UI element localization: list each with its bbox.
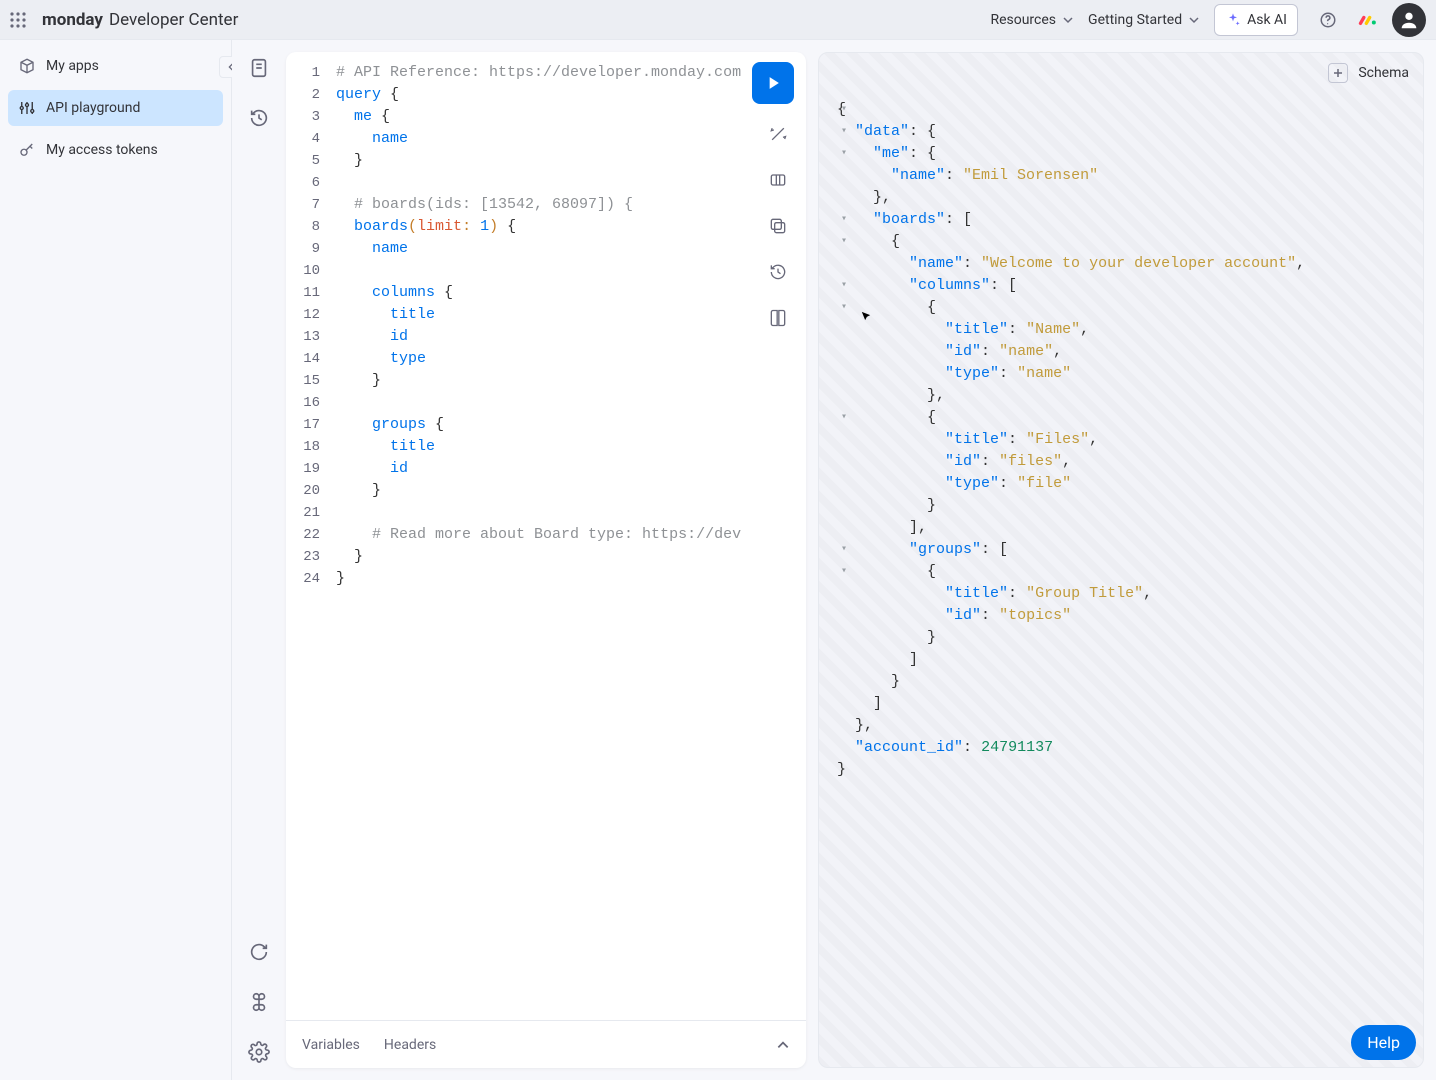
stage: 123456789101112131415161718192021222324 … xyxy=(232,40,1436,1080)
shortcuts-icon-button[interactable] xyxy=(245,988,273,1016)
editor-footer: Variables Headers xyxy=(286,1020,806,1068)
query-editor-block: 123456789101112131415161718192021222324 … xyxy=(286,52,806,1068)
sidebar-item-my-access-tokens[interactable]: My access tokens xyxy=(8,132,223,168)
help-icon-button[interactable] xyxy=(1312,4,1344,36)
sidebar: My apps API playground My access tokens xyxy=(0,40,232,1080)
sidebar-item-label: My access tokens xyxy=(46,142,158,158)
help-pill-label: Help xyxy=(1367,1033,1400,1052)
add-tab-button[interactable] xyxy=(1328,63,1348,83)
nav-resources-label: Resources xyxy=(990,12,1056,28)
key-icon xyxy=(18,141,36,159)
schema-button[interactable]: Schema xyxy=(1358,65,1409,81)
app-switcher-icon[interactable] xyxy=(8,10,28,30)
tab-variables[interactable]: Variables xyxy=(302,1037,360,1053)
person-icon xyxy=(1398,9,1420,31)
history-icon xyxy=(248,107,270,129)
cursor-icon xyxy=(861,311,871,321)
sparkle-icon xyxy=(1225,12,1241,28)
sidebar-item-label: API playground xyxy=(46,100,140,116)
schema-label: Schema xyxy=(1358,65,1409,81)
help-pill-button[interactable]: Help xyxy=(1351,1025,1416,1060)
query-editor-card: 123456789101112131415161718192021222324 … xyxy=(286,52,806,1068)
result-viewer[interactable]: ▾{▾ "data": {▾ "me": { "name": "Emil Sor… xyxy=(819,93,1423,787)
package-icon xyxy=(18,57,36,75)
user-avatar[interactable] xyxy=(1392,3,1426,37)
help-icon xyxy=(1319,11,1337,29)
topbar: monday Developer Center Resources Gettin… xyxy=(0,0,1436,40)
tab-headers[interactable]: Headers xyxy=(384,1037,436,1053)
code-area[interactable]: # API Reference: https://developer.monda… xyxy=(332,52,806,1020)
sidebar-item-label: My apps xyxy=(46,58,99,74)
sliders-icon xyxy=(18,99,36,117)
chevron-down-icon xyxy=(1188,14,1200,26)
nav-resources[interactable]: Resources xyxy=(990,12,1074,28)
chevron-down-icon xyxy=(1062,14,1074,26)
nav-getting-started-label: Getting Started xyxy=(1088,12,1182,28)
docs-icon-button[interactable] xyxy=(245,54,273,82)
file-icon xyxy=(248,57,270,79)
workspace: 123456789101112131415161718192021222324 … xyxy=(286,40,1436,1080)
result-header: Schema xyxy=(819,53,1423,93)
refresh-icon xyxy=(248,941,270,963)
line-gutter: 123456789101112131415161718192021222324 xyxy=(286,52,332,1020)
brand-title: monday Developer Center xyxy=(42,10,238,30)
brand-rest: Developer Center xyxy=(109,10,238,30)
ask-ai-label: Ask AI xyxy=(1247,12,1287,28)
nav-getting-started[interactable]: Getting Started xyxy=(1088,12,1200,28)
plus-icon xyxy=(1332,67,1344,79)
chevron-up-icon[interactable] xyxy=(776,1038,790,1052)
refresh-icon-button[interactable] xyxy=(245,938,273,966)
playground-icon-rail xyxy=(232,40,286,1080)
sidebar-item-api-playground[interactable]: API playground xyxy=(8,90,223,126)
brand-bold: monday xyxy=(42,10,103,30)
result-pane: Schema ▾{▾ "data": {▾ "me": { "name": "E… xyxy=(818,52,1424,1068)
history-icon-button[interactable] xyxy=(245,104,273,132)
monday-logo-icon xyxy=(1358,10,1378,30)
sidebar-item-my-apps[interactable]: My apps xyxy=(8,48,223,84)
command-icon xyxy=(248,991,270,1013)
query-editor[interactable]: 123456789101112131415161718192021222324 … xyxy=(286,52,806,1020)
gear-icon xyxy=(248,1041,270,1063)
ask-ai-button[interactable]: Ask AI xyxy=(1214,4,1298,36)
settings-icon-button[interactable] xyxy=(245,1038,273,1066)
